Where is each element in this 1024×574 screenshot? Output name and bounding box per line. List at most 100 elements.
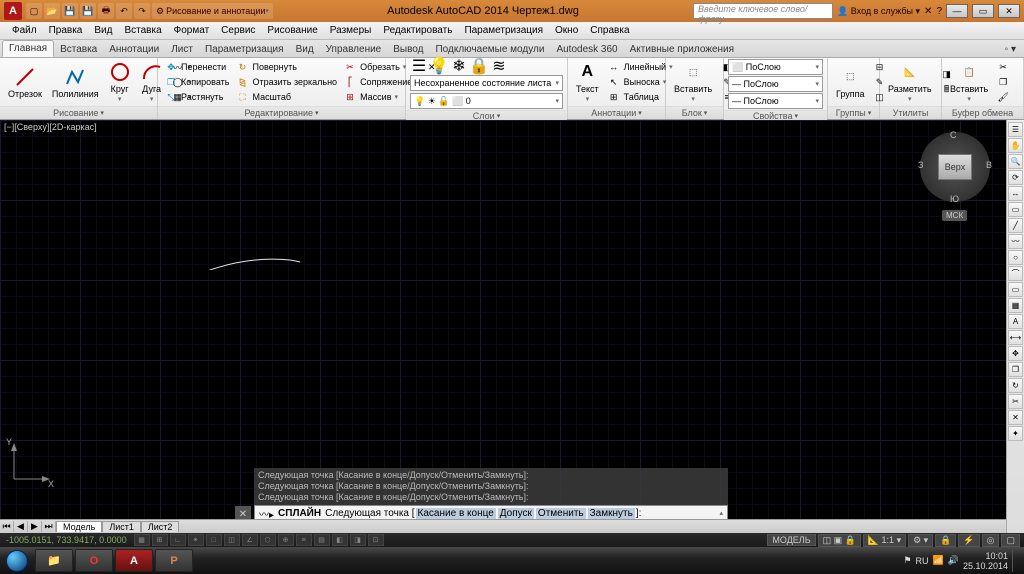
tab-plugins[interactable]: Подключаемые модули — [429, 42, 550, 57]
maximize-button[interactable]: ▭ — [972, 4, 994, 18]
polar-toggle[interactable]: ✴ — [188, 534, 204, 546]
3dosnap-toggle[interactable]: ◫ — [224, 534, 240, 546]
qat-print-icon[interactable]: 🖶 — [98, 3, 114, 19]
tool-rotate-icon[interactable]: ↻ — [1008, 378, 1023, 393]
scale-display[interactable]: 📐 1:1 ▾ — [863, 534, 906, 547]
linetype-combo[interactable]: — ПоСлою▾ — [728, 93, 823, 109]
text-button[interactable]: AТекст▾ — [572, 59, 603, 105]
tool-line-icon[interactable]: ╱ — [1008, 218, 1023, 233]
lineweight-combo[interactable]: — ПоСлою▾ — [728, 76, 823, 92]
tab-express[interactable]: Активные приложения — [624, 42, 740, 57]
otrack-toggle[interactable]: ∠ — [242, 534, 258, 546]
viewcube-top-face[interactable]: Верх — [938, 154, 972, 180]
help-search-input[interactable]: Введите ключевое слово/фразу — [693, 3, 833, 19]
viewcube-e[interactable]: В — [986, 160, 992, 170]
panel-clip-title[interactable]: Буфер обмена — [942, 106, 1023, 119]
tool-trim-icon[interactable]: ✂ — [1008, 394, 1023, 409]
panel-annot-title[interactable]: Аннотации▾ — [568, 106, 665, 119]
line-button[interactable]: Отрезок — [4, 64, 46, 101]
cmd-opt-close[interactable]: Замкнуть — [588, 508, 635, 519]
layer-freeze-icon[interactable]: ❄ — [450, 59, 468, 73]
snap-toggle[interactable]: ▦ — [134, 534, 150, 546]
viewcube-s[interactable]: Ю — [950, 194, 959, 204]
tab-nav-last[interactable]: ⏭ — [42, 521, 56, 532]
tool-dist-icon[interactable]: ↔ — [1008, 186, 1023, 201]
viewcube[interactable]: Верх С Ю В З МСК — [908, 124, 1002, 244]
tray-flag-icon[interactable]: ⚑ — [903, 555, 911, 566]
tool-dim-icon[interactable]: ⟷ — [1008, 330, 1023, 345]
layer-current-combo[interactable]: 💡 ☀ 🔓 ⬜ 0▾ — [410, 93, 563, 109]
tool-props-icon[interactable]: ☰ — [1008, 122, 1023, 137]
am-toggle[interactable]: ⊡ — [368, 534, 384, 546]
menu-dimension[interactable]: Размеры — [324, 25, 378, 36]
tool-explode-icon[interactable]: ✦ — [1008, 426, 1023, 441]
tab-a360[interactable]: Autodesk 360 — [550, 42, 623, 57]
layer-props-button[interactable]: ☰ — [410, 59, 428, 73]
tool-pline-icon[interactable]: 〰 — [1008, 234, 1023, 249]
layer-state-combo[interactable]: Несохраненное состояние листа▾ — [410, 75, 563, 91]
workspace-dropdown[interactable]: ⚙Рисование и аннотации ▾ — [152, 3, 273, 19]
grid-toggle[interactable]: ⊞ — [152, 534, 168, 546]
copy-button[interactable]: ❐Копировать — [162, 75, 231, 89]
menu-parametric[interactable]: Параметризация — [458, 25, 549, 36]
tool-circle-icon[interactable]: ○ — [1008, 250, 1023, 265]
qat-new-icon[interactable]: ▢ — [26, 3, 42, 19]
move-button[interactable]: ✥Перенести — [162, 60, 231, 74]
signin-link[interactable]: 👤 Вход в службы ▾ — [837, 6, 920, 17]
tray-volume-icon[interactable]: 🔊 — [948, 555, 959, 566]
tool-erase-icon[interactable]: ✕ — [1008, 410, 1023, 425]
dyn-toggle[interactable]: ⊕ — [278, 534, 294, 546]
isolate-objects-icon[interactable]: ◎ — [982, 534, 1000, 547]
tab-annotate[interactable]: Аннотации — [103, 42, 165, 57]
insert-block-button[interactable]: ⬚Вставить▾ — [670, 59, 716, 105]
group-button[interactable]: ⬚Группа — [832, 64, 869, 101]
cmd-opt-tolerance[interactable]: Допуск — [498, 508, 534, 519]
tool-move-icon[interactable]: ✥ — [1008, 346, 1023, 361]
table-button[interactable]: ⊞Таблица — [605, 90, 675, 104]
rotate-button[interactable]: ↻Повернуть — [233, 60, 339, 74]
hardware-accel-icon[interactable]: ⚡ — [958, 534, 979, 547]
panel-draw-title[interactable]: Рисование▾ — [0, 106, 157, 119]
task-autocad[interactable]: A — [115, 549, 153, 572]
cut-icon[interactable]: ✂ — [994, 60, 1012, 74]
copy-clip-icon[interactable]: ❐ — [994, 75, 1012, 89]
qat-redo-icon[interactable]: ↷ — [134, 3, 150, 19]
leader-button[interactable]: ↖Выноска▾ — [605, 75, 675, 89]
menu-edit[interactable]: Правка — [43, 25, 89, 36]
scale-button[interactable]: ⛶Масштаб — [233, 90, 339, 104]
cmd-opt-undo[interactable]: Отменить — [536, 508, 586, 519]
tool-arc-icon[interactable]: ⌒ — [1008, 266, 1023, 281]
tool-zoom-icon[interactable]: 🔍 — [1008, 154, 1023, 169]
menu-help[interactable]: Справка — [584, 25, 635, 36]
clean-screen-icon[interactable]: ▢ — [1001, 534, 1020, 547]
tpy-toggle[interactable]: ▤ — [314, 534, 330, 546]
measure-button[interactable]: 📐Разметить▾ — [884, 59, 936, 105]
tab-parametric[interactable]: Параметризация — [199, 42, 290, 57]
polyline-button[interactable]: Полилиния — [48, 64, 103, 101]
viewcube-w[interactable]: З — [918, 160, 923, 170]
anno-scale-icon[interactable]: ◫ ▣ 🔒 — [818, 534, 861, 547]
tab-view[interactable]: Вид — [290, 42, 320, 57]
task-opera[interactable]: O — [75, 549, 113, 572]
tab-nav-first[interactable]: ⏮ — [0, 521, 14, 532]
show-desktop-button[interactable] — [1012, 550, 1020, 572]
tab-model[interactable]: Модель — [56, 521, 102, 532]
drawing-area[interactable]: [−][Сверху][2D-каркас] Y X Верх С Ю В З … — [0, 120, 1024, 533]
qat-saveas-icon[interactable]: 💾 — [80, 3, 96, 19]
qp-toggle[interactable]: ◧ — [332, 534, 348, 546]
qat-save-icon[interactable]: 💾 — [62, 3, 78, 19]
viewcube-n[interactable]: С — [950, 130, 957, 140]
wcs-label[interactable]: МСК — [942, 210, 967, 221]
start-button[interactable] — [0, 547, 34, 574]
match-props-icon[interactable]: 🖌 — [994, 90, 1012, 104]
coords-display[interactable]: -1005.0151, 733.9417, 0.0000 — [0, 535, 133, 545]
menu-draw[interactable]: Рисование — [261, 25, 323, 36]
ribbon-options-icon[interactable]: ◦ ▾ — [999, 42, 1022, 57]
tool-rect-icon[interactable]: ▭ — [1008, 282, 1023, 297]
menu-tools[interactable]: Сервис — [215, 25, 261, 36]
tool-area-icon[interactable]: ▭ — [1008, 202, 1023, 217]
paste-button[interactable]: 📋Вставить▾ — [946, 59, 992, 105]
menu-window[interactable]: Окно — [549, 25, 584, 36]
tray-clock[interactable]: 10:0125.10.2014 — [963, 551, 1008, 571]
menu-file[interactable]: Файл — [6, 25, 43, 36]
